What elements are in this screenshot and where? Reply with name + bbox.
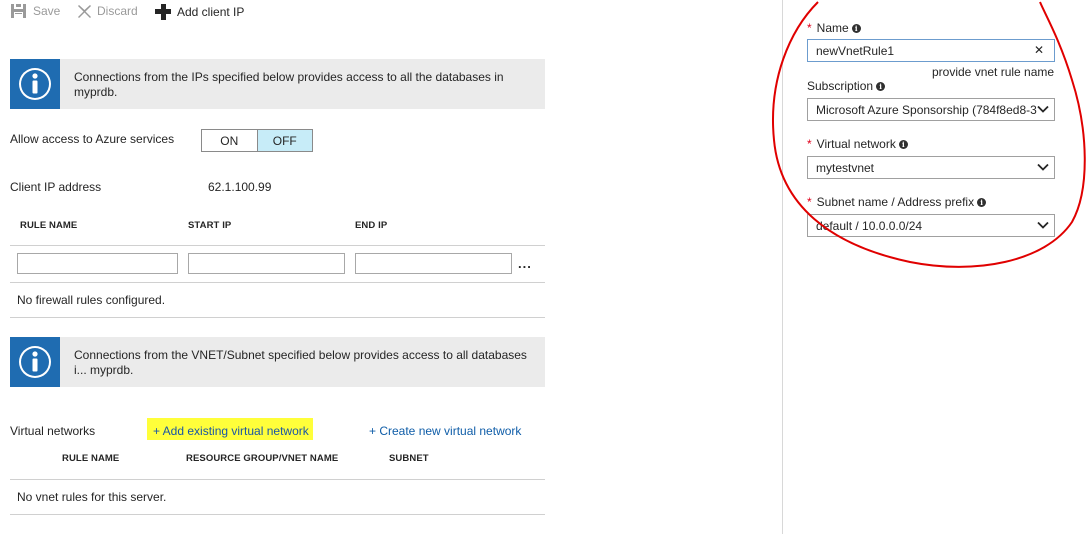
add-icon: [155, 4, 171, 20]
col-resource-group: RESOURCE GROUP/VNET NAME: [186, 453, 339, 464]
annotation-circle: [772, 1, 1086, 268]
banner-text: Connections from the IPs specified below…: [74, 70, 504, 99]
end-ip-input[interactable]: [355, 253, 512, 274]
add-client-ip-label: Add client IP: [177, 5, 245, 19]
banner-text: Connections from the VNET/Subnet specifi…: [74, 348, 527, 377]
rule-name-input[interactable]: [17, 253, 178, 274]
divider: [10, 514, 545, 515]
toggle-on-option[interactable]: ON: [202, 130, 258, 151]
save-button[interactable]: Save: [10, 4, 60, 18]
add-existing-vnet-link[interactable]: + Add existing virtual network: [147, 418, 313, 440]
client-ip-label: Client IP address: [10, 180, 102, 194]
save-label: Save: [33, 4, 61, 18]
firewall-empty-text: No firewall rules configured.: [17, 293, 166, 307]
add-client-ip-button[interactable]: Add client IP: [155, 4, 244, 20]
divider: [10, 245, 545, 246]
discard-label: Discard: [97, 4, 138, 18]
discard-button[interactable]: Discard: [78, 4, 138, 18]
divider: [10, 317, 545, 318]
client-ip-value: 62.1.100.99: [208, 180, 272, 194]
info-icon: [10, 337, 60, 387]
divider: [10, 479, 545, 480]
col-start-ip: START IP: [188, 220, 232, 231]
azure-access-label: Allow access to Azure services: [10, 132, 175, 146]
divider: [10, 282, 545, 283]
vnet-empty-text: No vnet rules for this server.: [17, 490, 167, 504]
more-options-button[interactable]: ...: [518, 256, 532, 271]
create-new-vnet-link[interactable]: + Create new virtual network: [369, 424, 521, 438]
azure-access-toggle[interactable]: ON OFF: [201, 129, 313, 152]
col-vnet-rule-name: RULE NAME: [62, 453, 120, 464]
col-rule-name: RULE NAME: [20, 220, 78, 231]
start-ip-input[interactable]: [188, 253, 345, 274]
info-banner-vnet: Connections from the VNET/Subnet specifi…: [10, 337, 545, 387]
toggle-off-option[interactable]: OFF: [257, 130, 312, 151]
col-end-ip: END IP: [355, 220, 388, 231]
col-subnet: SUBNET: [389, 453, 429, 464]
discard-icon: [78, 4, 91, 18]
info-banner-ip: Connections from the IPs specified below…: [10, 59, 545, 109]
virtual-networks-label: Virtual networks: [10, 424, 96, 438]
save-icon: [10, 4, 27, 18]
info-icon: [10, 59, 60, 109]
